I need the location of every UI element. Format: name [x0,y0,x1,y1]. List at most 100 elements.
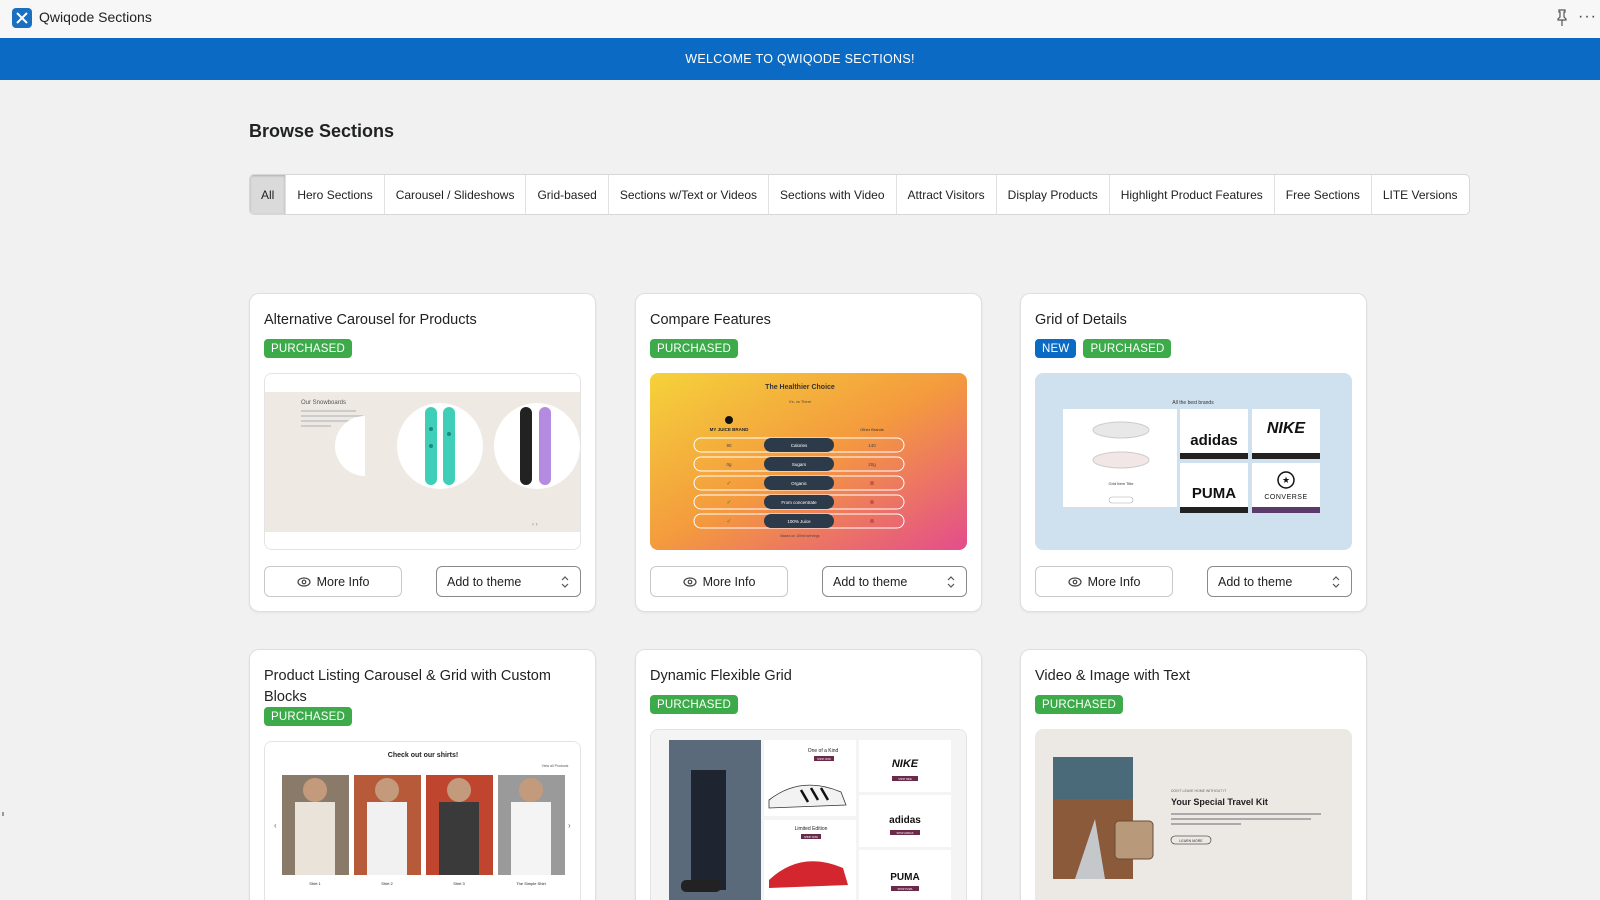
brand-adidas: adidas [1190,432,1238,449]
card-badges: PURCHASED [264,707,353,726]
svg-text:✓: ✓ [726,500,731,506]
svg-text:Shirt 1: Shirt 1 [309,881,321,886]
preview-brand-mine: MY JUICE BRAND [710,427,749,432]
svg-text:✓: ✓ [726,481,731,487]
card-preview-image[interactable]: Check out our shirts! View all Products … [264,741,581,900]
svg-text:SHOP NIKE: SHOP NIKE [898,778,912,781]
tab-all[interactable]: All [250,175,286,214]
add-to-theme-label: Add to theme [447,574,522,589]
pin-icon[interactable] [1555,9,1569,27]
add-to-theme-select[interactable]: Add to theme [436,566,581,597]
preview-brand-other: Other Brands [860,427,884,432]
card-title: Product Listing Carousel & Grid with Cus… [264,668,551,705]
tab-sections-text-videos[interactable]: Sections w/Text or Videos [607,175,768,214]
svg-text:Limited Edition: Limited Edition [795,826,828,832]
svg-text:‹: ‹ [274,821,277,830]
svg-text:One of a Kind: One of a Kind [808,748,839,754]
add-to-theme-select[interactable]: Add to theme [1207,566,1352,597]
tab-display-products[interactable]: Display Products [995,175,1109,214]
card-preview-image[interactable]: All the best brands Grid Item Title adid… [1035,373,1352,550]
tab-carousel-slideshows[interactable]: Carousel / Slideshows [383,175,526,214]
section-filter-tabs: All Hero Sections Carousel / Slideshows … [249,174,1470,215]
tab-sections-with-video[interactable]: Sections with Video [768,175,896,214]
card-preview-image[interactable]: DON'T LEAVE HOME WITHOUT IT Your Special… [1035,729,1352,900]
more-info-button[interactable]: More Info [264,566,402,597]
preview-heading: Our Snowboards [301,400,346,406]
brand-converse: CONVERSE [1264,494,1307,501]
add-to-theme-label: Add to theme [1218,574,1293,589]
card-preview-image[interactable]: One of a Kind SHOP NOW Limited Edition S… [650,729,967,900]
card-badges: PURCHASED [1035,695,1124,714]
tab-highlight-product-features[interactable]: Highlight Product Features [1108,175,1274,214]
svg-text:From concentrate: From concentrate [781,500,817,505]
card-badges: PURCHASED [650,695,739,714]
svg-text:⊗: ⊗ [869,481,874,487]
card-title: Video & Image with Text [1035,668,1191,684]
tab-hero-sections[interactable]: Hero Sections [285,175,383,214]
svg-text:Organic: Organic [791,481,808,486]
eye-icon [296,576,311,587]
preview-footnote: Based on 100ml servings [780,534,820,538]
more-info-button[interactable]: More Info [650,566,788,597]
card-title: Compare Features [650,312,771,328]
svg-text:DON'T LEAVE HOME WITHOUT IT: DON'T LEAVE HOME WITHOUT IT [1171,789,1227,793]
svg-text:100% Juice: 100% Juice [787,519,811,524]
svg-text:The Simple Shirt: The Simple Shirt [516,881,546,886]
tab-lite-versions[interactable]: LITE Versions [1370,175,1469,214]
card-preview-image[interactable]: Our Snowboards ‹ › ‹ › [264,373,581,550]
tab-free-sections[interactable]: Free Sections [1273,175,1371,214]
tab-attract-visitors[interactable]: Attract Visitors [895,175,996,214]
grid-item-title: Grid Item Title [1109,481,1135,486]
eye-icon [1067,576,1082,587]
add-to-theme-label: Add to theme [833,574,908,589]
more-options-icon[interactable]: ··· [1578,8,1597,26]
svg-text:SHOP NOW: SHOP NOW [817,758,831,761]
preview-view-all: View all Products [542,764,569,768]
select-chevron-icon [561,575,569,588]
add-to-theme-select[interactable]: Add to theme [822,566,967,597]
more-info-button[interactable]: More Info [1035,566,1173,597]
tab-grid-based[interactable]: Grid-based [525,175,607,214]
app-logo-icon [12,8,32,28]
select-chevron-icon [947,575,955,588]
svg-text:★: ★ [1282,475,1290,485]
brand-puma: PUMA [1192,485,1236,502]
app-title: Qwiqode Sections [39,9,152,25]
app-titlebar: Qwiqode Sections ··· [0,0,1600,38]
section-card: Product Listing Carousel & Grid with Cus… [249,649,596,900]
more-info-label: More Info [316,574,370,589]
card-badges: PURCHASED [650,339,739,358]
select-chevron-icon [1332,575,1340,588]
svg-text:LEARN MORE: LEARN MORE [1179,839,1203,843]
new-badge: NEW [1035,339,1077,358]
section-card: Grid of Details NEW PURCHASED All the be… [1020,293,1367,612]
brand-nike: NIKE [1267,420,1307,437]
svg-text:›: › [568,821,571,830]
svg-text:Calories: Calories [791,443,808,448]
section-card: Compare Features PURCHASED The Healthier… [635,293,982,612]
preview-heading: The Healthier Choice [765,384,835,391]
card-preview-image[interactable]: The Healthier Choice Vs. vs Them MY JUIC… [650,373,967,550]
purchased-badge: PURCHASED [264,707,353,726]
eye-icon [682,576,697,587]
svg-text:SHOP NOW: SHOP NOW [804,836,818,839]
svg-text:SHOP ADIDAS: SHOP ADIDAS [897,832,914,835]
svg-text:Shirt 3: Shirt 3 [453,881,465,886]
carousel-nav-dots: ‹ › [532,522,538,528]
svg-text:Shirt 2: Shirt 2 [381,881,393,886]
svg-text:⊗: ⊗ [869,500,874,506]
purchased-badge: PURCHASED [1035,695,1124,714]
svg-text:Your Special Travel Kit: Your Special Travel Kit [1171,797,1268,807]
purchased-badge: PURCHASED [264,339,353,358]
more-info-label: More Info [1087,574,1141,589]
welcome-banner: WELCOME TO QWIQODE SECTIONS! [0,38,1600,80]
svg-text:✓: ✓ [726,519,731,525]
card-title: Grid of Details [1035,312,1127,328]
page-title: Browse Sections [249,121,395,141]
more-info-label: More Info [702,574,756,589]
purchased-badge: PURCHASED [650,339,739,358]
section-card: Dynamic Flexible Grid PURCHASED One of a… [635,649,982,900]
svg-text:140: 140 [868,443,876,448]
preview-subheading: Vs. vs Them [789,399,812,404]
section-card: Alternative Carousel for Products PURCHA… [249,293,596,612]
